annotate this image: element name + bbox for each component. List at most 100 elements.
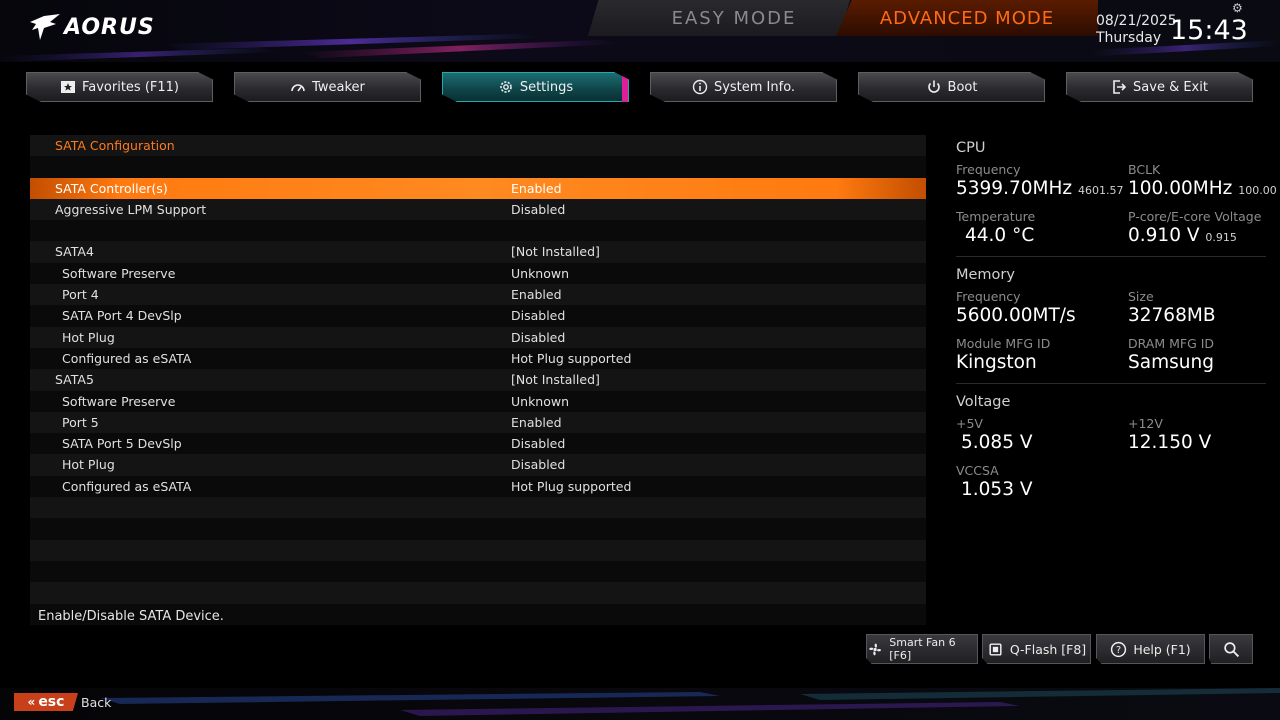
settings-list: SATA Configuration SATA Controller(s) En… xyxy=(30,135,926,625)
cpu-temp-value: 44.0 °C xyxy=(965,225,1035,246)
voltage-section-title: Voltage xyxy=(956,394,1011,410)
info-row-port-4-esata: Configured as eSATA Hot Plug supported xyxy=(30,347,926,370)
setting-label: SATA Port 5 DevSlp xyxy=(62,436,182,452)
empty-row xyxy=(30,518,926,540)
easy-mode-tab[interactable]: EASY MODE xyxy=(588,0,850,36)
bclk-value: 100.00MHz 100.00 xyxy=(1128,178,1277,199)
info-row-sata5-software-preserve: Software Preserve Unknown xyxy=(30,390,926,412)
tab-settings[interactable]: Settings xyxy=(442,72,629,102)
tab-save-exit[interactable]: Save & Exit xyxy=(1066,72,1253,102)
setting-value[interactable]: Enabled xyxy=(511,178,562,199)
setting-row-port-5-hot-plug[interactable]: Hot Plug Disabled xyxy=(30,454,926,476)
info-icon xyxy=(692,79,708,95)
setting-label: SATA Port 4 DevSlp xyxy=(62,308,182,324)
advanced-mode-tab[interactable]: ADVANCED MODE xyxy=(836,0,1098,36)
cpu-temp-label: Temperature xyxy=(956,209,1036,224)
module-mfg-label: Module MFG ID xyxy=(956,336,1051,351)
power-icon xyxy=(927,80,940,93)
panel-divider xyxy=(956,383,1266,384)
settings-gear-icon[interactable]: ⚙ xyxy=(1232,1,1243,15)
help-description: Enable/Disable SATA Device. xyxy=(38,609,224,624)
gauge-icon xyxy=(291,84,305,92)
setting-value: Hot Plug supported xyxy=(511,478,632,494)
cpu-frequency-sub: 4601.57 xyxy=(1077,184,1124,197)
setting-row-port-5-devslp[interactable]: SATA Port 5 DevSlp Disabled xyxy=(30,433,926,455)
cpu-frequency-value: 5399.70MHz 4601.57 xyxy=(956,178,1123,199)
search-icon xyxy=(1223,641,1239,657)
tab-save-exit-label: Save & Exit xyxy=(1133,79,1208,95)
help-button[interactable]: ? Help (F1) xyxy=(1096,634,1205,664)
setting-label: Software Preserve xyxy=(62,265,176,281)
tab-favorites[interactable]: Favorites (F11) xyxy=(26,72,213,102)
cpu-stats: Frequency 5399.70MHz 4601.57 BCLK 100.00… xyxy=(956,156,1277,250)
setting-row-port-4-devslp[interactable]: SATA Port 4 DevSlp Disabled xyxy=(30,305,926,327)
vccsa-value: 1.053 V xyxy=(961,479,1033,500)
bclk-main: 100.00MHz xyxy=(1128,178,1233,199)
setting-row-port-4[interactable]: Port 4 Enabled xyxy=(30,284,926,306)
hardware-monitor-panel: CPU Frequency 5399.70MHz 4601.57 BCLK 10… xyxy=(956,140,1277,504)
q-flash-button[interactable]: Q-Flash [F8] xyxy=(982,634,1091,664)
v12-label: +12V xyxy=(1128,416,1163,431)
tab-boot[interactable]: Boot xyxy=(858,72,1045,102)
advanced-mode-label: ADVANCED MODE xyxy=(879,7,1055,29)
smart-fan-button[interactable]: Smart Fan 6 [F6] xyxy=(866,634,978,664)
panel-divider xyxy=(956,256,1266,257)
double-chevron-left-icon: « xyxy=(27,695,36,709)
eagle-logo-icon xyxy=(30,14,60,40)
setting-label: Port 5 xyxy=(62,414,99,430)
setting-row-aggressive-lpm[interactable]: Aggressive LPM Support Disabled xyxy=(30,198,926,221)
tab-system-info[interactable]: System Info. xyxy=(650,72,837,102)
v5-value: 5.085 V xyxy=(961,432,1033,453)
tab-settings-label: Settings xyxy=(519,79,574,95)
memory-section-title: Memory xyxy=(956,267,1015,283)
tab-tweaker[interactable]: Tweaker xyxy=(234,72,421,102)
vccsa-label: VCCSA xyxy=(956,463,999,478)
setting-row-port-5[interactable]: Port 5 Enabled xyxy=(30,411,926,434)
setting-value[interactable]: Enabled xyxy=(511,284,562,305)
setting-value[interactable]: Disabled xyxy=(511,305,565,326)
setting-value: Hot Plug supported xyxy=(511,350,632,366)
setting-label: Configured as eSATA xyxy=(62,478,192,494)
memory-size-value: 32768MB xyxy=(1128,305,1216,326)
chip-icon xyxy=(989,642,1002,656)
core-voltage-main: 0.910 V xyxy=(1128,225,1200,246)
setting-value: Unknown xyxy=(511,393,570,409)
search-button[interactable] xyxy=(1209,634,1253,664)
setting-label: SATA5 xyxy=(55,372,94,388)
aorus-logo: AORUS xyxy=(30,14,155,40)
empty-row xyxy=(30,582,926,604)
setting-row-sata-controllers[interactable]: SATA Controller(s) Enabled xyxy=(30,177,926,199)
date-display: 08/21/2025 Thursday xyxy=(1096,13,1177,47)
tab-system-info-label: System Info. xyxy=(713,79,796,95)
date-text: 08/21/2025 xyxy=(1096,13,1177,29)
spacer-row xyxy=(30,156,926,178)
setting-value[interactable]: Disabled xyxy=(511,433,565,454)
core-voltage-value: 0.910 V 0.915 xyxy=(1128,225,1237,246)
setting-row-port-4-hot-plug[interactable]: Hot Plug Disabled xyxy=(30,326,926,348)
empty-row xyxy=(30,560,926,583)
v5-label: +5V xyxy=(956,416,983,431)
exit-icon xyxy=(1113,80,1127,94)
easy-mode-label: EASY MODE xyxy=(671,7,797,29)
star-icon xyxy=(60,81,75,93)
spacer-row xyxy=(30,220,926,242)
setting-value: Unknown xyxy=(511,265,570,281)
info-row-port-5-esata: Configured as eSATA Hot Plug supported xyxy=(30,475,926,498)
empty-row xyxy=(30,539,926,561)
setting-value[interactable]: Disabled xyxy=(511,199,565,220)
setting-value[interactable]: Enabled xyxy=(511,412,562,433)
v12-value: 12.150 V xyxy=(1128,432,1212,453)
setting-label: Configured as eSATA xyxy=(62,350,192,366)
setting-value[interactable]: Disabled xyxy=(511,454,565,475)
setting-value: [Not Installed] xyxy=(511,244,600,260)
cpu-section-title: CPU xyxy=(956,140,986,156)
setting-value[interactable]: Disabled xyxy=(511,327,565,348)
setting-label: Port 4 xyxy=(62,287,99,303)
active-tab-accent xyxy=(622,73,628,102)
setting-label: Aggressive LPM Support xyxy=(55,201,207,217)
top-header: AORUS EASY MODE ADVANCED MODE 08/21/2025… xyxy=(0,0,1280,62)
esc-back-button[interactable]: « esc xyxy=(14,693,78,711)
section-title: SATA Configuration xyxy=(55,138,175,153)
cpu-frequency-main: 5399.70MHz xyxy=(956,178,1073,199)
voltage-stats: +5V 5.085 V +12V 12.150 V VCCSA 1.053 V xyxy=(956,410,1266,504)
